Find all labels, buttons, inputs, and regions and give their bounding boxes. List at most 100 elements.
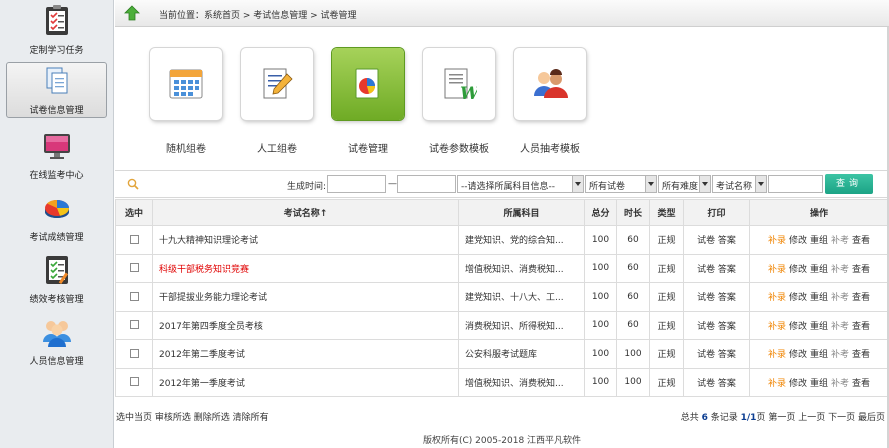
- bulk-actions[interactable]: 选中当页 审核所选 删除所选 清除所有: [116, 410, 269, 423]
- up-arrow-icon[interactable]: [123, 5, 141, 21]
- exam-name[interactable]: 2012年第一季度考试: [152, 367, 459, 397]
- op-view-link[interactable]: 查看: [852, 236, 870, 246]
- select-cell: [115, 310, 153, 340]
- op-fill-link[interactable]: 补录: [768, 293, 786, 303]
- exam-name[interactable]: 十九大精神知识理论考试: [152, 225, 459, 255]
- field-select[interactable]: 考试名称: [712, 175, 767, 193]
- pager-prev[interactable]: 上一页: [798, 413, 825, 423]
- op-regroup-link[interactable]: 重组: [810, 293, 828, 303]
- header-duration: 时长: [616, 199, 650, 226]
- sidebar-item-performance[interactable]: 绩效考核管理: [6, 252, 107, 308]
- tile-paper-manage[interactable]: [332, 48, 404, 120]
- table-row: 干部提拔业务能力理论考试 建党知识、十八大、工... 100 60 正规 试卷 答案 补录修…: [115, 282, 889, 312]
- row-checkbox[interactable]: [129, 234, 139, 244]
- print-links[interactable]: 试卷 答案: [683, 310, 750, 340]
- row-checkbox[interactable]: [129, 377, 139, 387]
- row-checkbox[interactable]: [129, 348, 139, 358]
- sidebar-item-personnel[interactable]: 人员信息管理: [6, 314, 107, 370]
- header-name[interactable]: 考试名称↑: [152, 199, 459, 226]
- op-regroup-link[interactable]: 重组: [810, 265, 828, 275]
- op-retake-link[interactable]: 补考: [831, 293, 849, 303]
- op-retake-link[interactable]: 补考: [831, 350, 849, 360]
- tile-manual-paper[interactable]: [241, 48, 313, 120]
- op-view-link[interactable]: 查看: [852, 293, 870, 303]
- print-links[interactable]: 试卷 答案: [683, 253, 750, 283]
- exam-name[interactable]: 2012年第二季度考试: [152, 339, 459, 369]
- print-links[interactable]: 试卷 答案: [683, 225, 750, 255]
- op-edit-link[interactable]: 修改: [789, 350, 807, 360]
- print-links[interactable]: 试卷 答案: [683, 367, 750, 397]
- pager-next[interactable]: 下一页: [828, 413, 855, 423]
- pager-page: 1/1: [740, 413, 757, 423]
- paper-select[interactable]: 所有试卷: [585, 175, 657, 193]
- exam-name[interactable]: 干部提拔业务能力理论考试: [152, 282, 459, 312]
- tile-random-paper[interactable]: [150, 48, 222, 120]
- pager: 总共 6 条记录 1/1页 第一页 上一页 下一页 最后页: [681, 410, 885, 423]
- op-regroup-link[interactable]: 重组: [810, 236, 828, 246]
- op-regroup-link[interactable]: 重组: [810, 322, 828, 332]
- row-checkbox[interactable]: [129, 263, 139, 273]
- op-retake-link[interactable]: 补考: [831, 265, 849, 275]
- table-row: 2012年第一季度考试 增值税知识、消费税知... 100 100 正规 试卷 答案 补录修…: [115, 367, 889, 397]
- exam-type: 正规: [649, 225, 684, 255]
- op-edit-link[interactable]: 修改: [789, 236, 807, 246]
- pie-chart-icon: [42, 192, 72, 224]
- op-regroup-link[interactable]: 重组: [810, 350, 828, 360]
- op-view-link[interactable]: 查看: [852, 322, 870, 332]
- header-select: 选中: [115, 199, 153, 226]
- pencil-paper-icon: [263, 68, 293, 99]
- tile-sampling-template[interactable]: [514, 48, 586, 120]
- op-fill-link[interactable]: 补录: [768, 265, 786, 275]
- subject-select[interactable]: --请选择所属科目信息--: [457, 175, 584, 193]
- date-from-input[interactable]: [327, 175, 386, 193]
- copyright: 版权所有(C) 2005-2018 江西平凡软件: [422, 436, 582, 446]
- keyword-input[interactable]: [768, 175, 823, 193]
- date-to-input[interactable]: [397, 175, 456, 193]
- breadcrumb-bar: 当前位置：系统首页 > 考试信息管理 > 试卷管理: [115, 0, 889, 27]
- exam-type: 正规: [649, 282, 684, 312]
- difficulty-select[interactable]: 所有难度: [658, 175, 711, 193]
- op-view-link[interactable]: 查看: [852, 265, 870, 275]
- op-links: 补录 修改 重组 补考 查看: [749, 367, 889, 397]
- tile-label: 试卷参数模板: [429, 144, 489, 155]
- select-cell: [115, 225, 153, 255]
- op-retake-link[interactable]: 补考: [831, 379, 849, 389]
- sidebar-item-score[interactable]: 考试成绩管理: [6, 190, 107, 246]
- pager-last[interactable]: 最后页: [858, 413, 885, 423]
- op-edit-link[interactable]: 修改: [789, 379, 807, 389]
- row-checkbox[interactable]: [129, 291, 139, 301]
- exam-name[interactable]: 科级干部税务知识竞赛: [152, 253, 459, 283]
- row-checkbox[interactable]: [129, 320, 139, 330]
- tile-label: 人工组卷: [257, 144, 297, 155]
- paper-select-value: 所有试卷: [589, 182, 626, 192]
- sidebar-item-label: 人员信息管理: [29, 357, 84, 367]
- word-doc-icon: W: [444, 68, 477, 102]
- op-retake-link[interactable]: 补考: [831, 322, 849, 332]
- op-fill-link[interactable]: 补录: [768, 236, 786, 246]
- op-fill-link[interactable]: 补录: [768, 379, 786, 389]
- sidebar-item-online-proctor[interactable]: 在线监考中心: [6, 128, 107, 184]
- exam-name[interactable]: 2017年第四季度全员考核: [152, 310, 459, 340]
- sidebar-item-paper-info[interactable]: 试卷信息管理: [6, 62, 107, 118]
- op-edit-link[interactable]: 修改: [789, 265, 807, 275]
- tile-param-template[interactable]: W: [423, 48, 495, 120]
- op-view-link[interactable]: 查看: [852, 379, 870, 389]
- exam-duration: 100: [616, 339, 650, 369]
- svg-text:W: W: [460, 84, 477, 102]
- op-regroup-link[interactable]: 重组: [810, 379, 828, 389]
- print-links[interactable]: 试卷 答案: [683, 339, 750, 369]
- op-fill-link[interactable]: 补录: [768, 350, 786, 360]
- op-view-link[interactable]: 查看: [852, 350, 870, 360]
- print-links[interactable]: 试卷 答案: [683, 282, 750, 312]
- sidebar-item-study-task[interactable]: 定制学习任务: [6, 3, 107, 59]
- op-edit-link[interactable]: 修改: [789, 293, 807, 303]
- table-header: 选中 考试名称↑ 所属科目 总分 时长 类型 打印 操作: [115, 199, 889, 226]
- op-retake-link[interactable]: 补考: [831, 236, 849, 246]
- op-edit-link[interactable]: 修改: [789, 322, 807, 332]
- pager-first[interactable]: 第一页: [768, 413, 795, 423]
- search-button[interactable]: 查询: [825, 174, 873, 194]
- exam-duration: 60: [616, 225, 650, 255]
- calendar-grid-icon: [169, 69, 203, 99]
- op-fill-link[interactable]: 补录: [768, 322, 786, 332]
- table-row: 十九大精神知识理论考试 建党知识、党的综合知... 100 60 正规 试卷 答案 补录 修改…: [115, 225, 889, 255]
